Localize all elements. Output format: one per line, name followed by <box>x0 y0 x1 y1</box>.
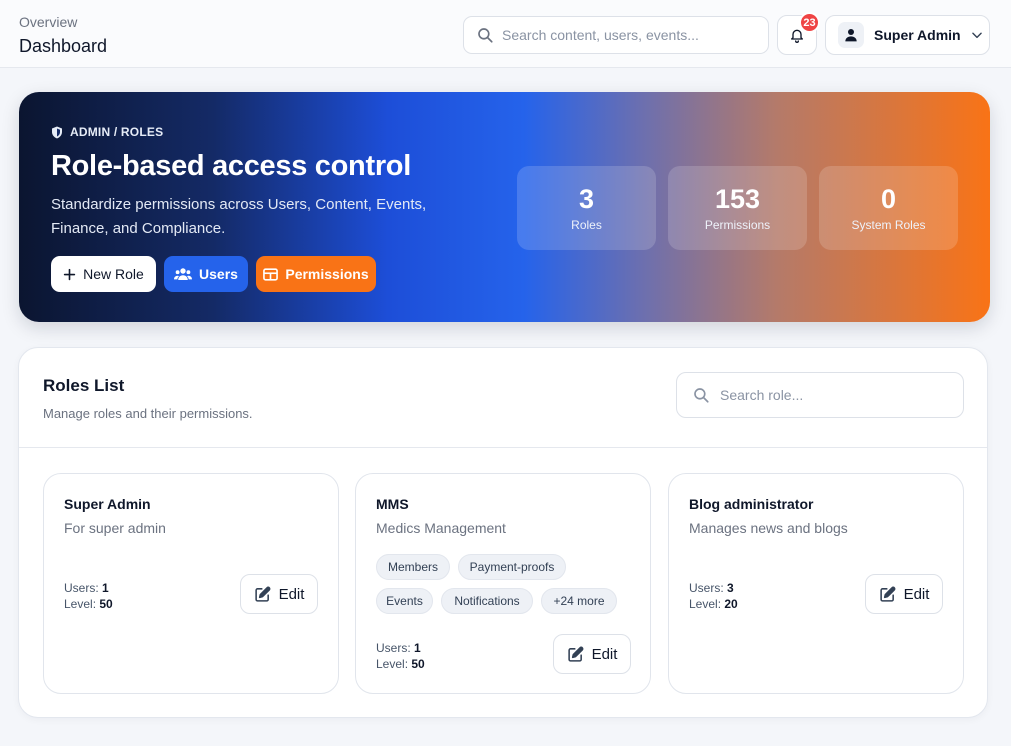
breadcrumb[interactable]: Overview <box>19 14 77 30</box>
shield-icon <box>52 126 62 138</box>
search-icon <box>694 388 709 403</box>
search-icon <box>478 28 493 43</box>
avatar <box>838 22 864 48</box>
stat-permissions-value: 153 <box>714 184 761 214</box>
stat-permissions-label: Permissions <box>704 218 771 232</box>
users-count-label: Users: <box>689 581 724 595</box>
level-label: Level: <box>64 597 97 611</box>
hero-title: Role-based access control <box>51 150 411 182</box>
stat-system-roles-value: 0 <box>880 184 897 214</box>
role-name: Super Admin <box>64 496 151 512</box>
level-value: 50 <box>99 597 113 611</box>
stat-system-roles: 0 System Roles <box>819 166 958 250</box>
global-search[interactable] <box>463 16 769 54</box>
top-header: Overview Dashboard 23 Super Admin <box>0 0 1011 68</box>
users-count-label: Users: <box>376 641 411 655</box>
stat-system-roles-label: System Roles <box>851 218 926 232</box>
roles-panel: Roles List Manage roles and their permis… <box>18 347 988 718</box>
page-title: Dashboard <box>19 36 108 56</box>
hero-subtitle: Standardize permissions across Users, Co… <box>51 196 427 237</box>
hero-breadcrumb: ADMIN / ROLES <box>51 125 163 139</box>
users-button[interactable]: Users <box>164 256 248 292</box>
permissions-label: Permissions <box>285 266 369 282</box>
more-permissions-chip[interactable]: +24 more <box>541 588 617 614</box>
permissions-button[interactable]: Permissions <box>256 256 376 292</box>
users-count-label: Users: <box>64 581 99 595</box>
users-count: 3 <box>727 581 734 595</box>
new-role-label: New Role <box>83 266 144 282</box>
users-count: 1 <box>414 641 421 655</box>
permission-chip[interactable]: Payment-proofs <box>458 554 566 580</box>
stat-roles: 3 Roles <box>517 166 656 250</box>
stat-permissions: 153 Permissions <box>668 166 807 250</box>
users-icon <box>174 268 193 280</box>
permission-chip[interactable]: Notifications <box>441 588 533 614</box>
role-meta: Users: 1 Level: 50 <box>64 580 113 612</box>
new-role-button[interactable]: New Role <box>51 256 156 292</box>
edit-role-button[interactable]: Edit <box>865 574 943 614</box>
role-description: For super admin <box>64 520 166 536</box>
role-name: MMS <box>376 496 409 512</box>
roles-panel-subtitle: Manage roles and their permissions. <box>43 406 253 421</box>
permission-chip[interactable]: Events <box>376 588 433 614</box>
role-card-super-admin: Super Admin For super admin Users: 1 Lev… <box>43 473 339 694</box>
roles-panel-title: Roles List <box>43 376 125 395</box>
role-card-mms: MMS Medics Management Members Payment-pr… <box>355 473 651 694</box>
hero-banner: ADMIN / ROLES Role-based access control … <box>19 92 990 322</box>
level-value: 50 <box>411 657 425 671</box>
level-value: 20 <box>724 597 738 611</box>
role-meta: Users: 3 Level: 20 <box>689 580 738 612</box>
permission-chip[interactable]: Members <box>376 554 450 580</box>
role-description: Manages news and blogs <box>689 520 848 536</box>
role-search-input[interactable] <box>720 387 960 403</box>
users-label: Users <box>199 266 238 282</box>
stat-roles-label: Roles <box>571 218 602 232</box>
edit-label: Edit <box>278 585 305 603</box>
chevron-down-icon <box>971 32 982 39</box>
edit-icon <box>567 646 583 662</box>
role-card-blog-administrator: Blog administrator Manages news and blog… <box>668 473 964 694</box>
plus-icon <box>63 268 76 280</box>
edit-role-button[interactable]: Edit <box>553 634 631 674</box>
edit-label: Edit <box>903 585 930 603</box>
global-search-input[interactable] <box>502 27 752 43</box>
user-menu-button[interactable]: Super Admin <box>825 15 990 55</box>
edit-icon <box>254 586 270 602</box>
role-name: Blog administrator <box>689 496 814 512</box>
user-name: Super Admin <box>874 27 961 43</box>
edit-icon <box>879 586 895 602</box>
role-description: Medics Management <box>376 520 506 536</box>
level-label: Level: <box>376 657 409 671</box>
table-icon <box>263 267 279 281</box>
hero-breadcrumb-text: ADMIN / ROLES <box>70 125 164 139</box>
level-label: Level: <box>689 597 722 611</box>
edit-label: Edit <box>591 645 618 663</box>
edit-role-button[interactable]: Edit <box>240 574 318 614</box>
notification-count-badge: 23 <box>799 12 820 33</box>
users-count: 1 <box>102 581 109 595</box>
user-icon <box>845 29 857 42</box>
role-meta: Users: 1 Level: 50 <box>376 640 425 672</box>
role-search[interactable] <box>676 372 964 418</box>
stat-roles-value: 3 <box>578 184 595 214</box>
divider <box>19 447 987 448</box>
